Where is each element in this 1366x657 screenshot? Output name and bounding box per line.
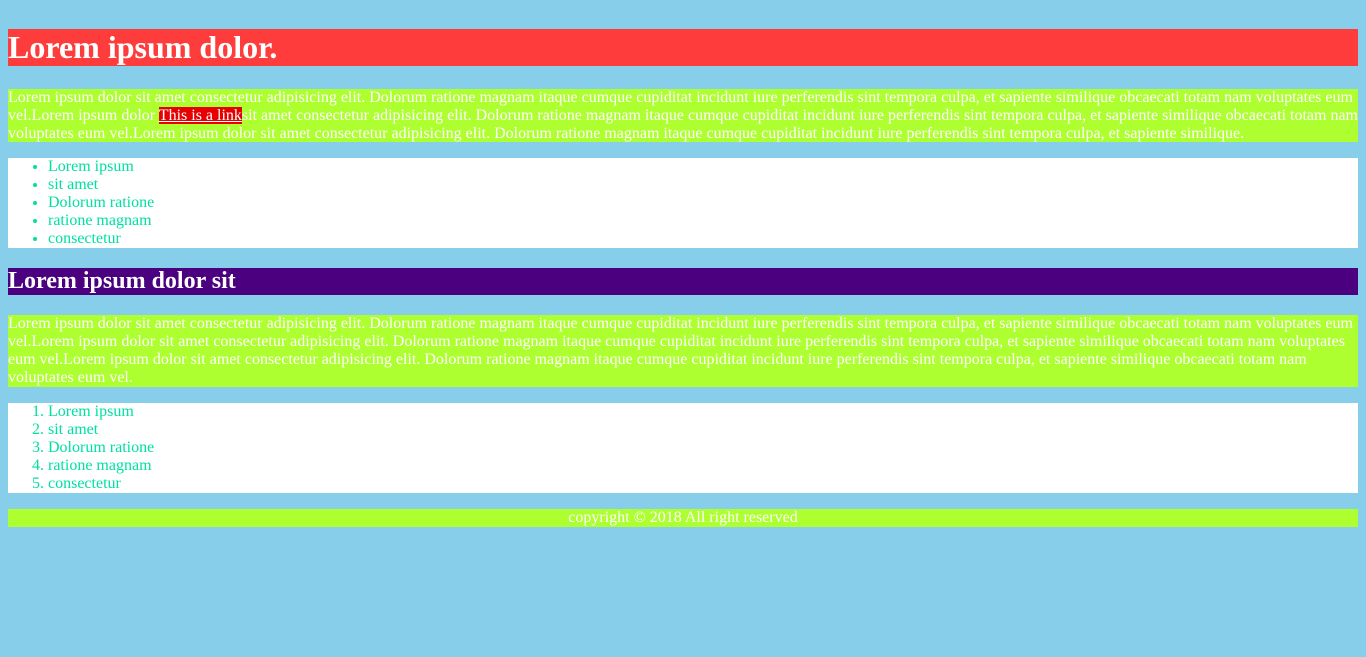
- section-heading: Lorem ipsum dolor sit: [8, 268, 1358, 295]
- list-item: ratione magnam: [48, 457, 1358, 475]
- unordered-list: Lorem ipsum sit amet Dolorum ratione rat…: [8, 158, 1358, 248]
- list-item: Dolorum ratione: [48, 194, 1358, 212]
- list-item: Dolorum ratione: [48, 439, 1358, 457]
- ordered-list: Lorem ipsum sit amet Dolorum ratione rat…: [8, 403, 1358, 493]
- list-item: sit amet: [48, 176, 1358, 194]
- inline-link[interactable]: This is a link: [158, 107, 242, 124]
- intro-paragraph: Lorem ipsum dolor sit amet consectetur a…: [8, 89, 1358, 142]
- page-title: Lorem ipsum dolor.: [8, 29, 1358, 66]
- list-item: consectetur: [48, 230, 1358, 248]
- list-item: consectetur: [48, 475, 1358, 493]
- list-item: Lorem ipsum: [48, 403, 1358, 421]
- footer-copyright: copyright © 2018 All right reserved: [8, 509, 1358, 527]
- list-item: ratione magnam: [48, 212, 1358, 230]
- list-item: Lorem ipsum: [48, 158, 1358, 176]
- list-item: sit amet: [48, 421, 1358, 439]
- section-paragraph: Lorem ipsum dolor sit amet consectetur a…: [8, 315, 1358, 387]
